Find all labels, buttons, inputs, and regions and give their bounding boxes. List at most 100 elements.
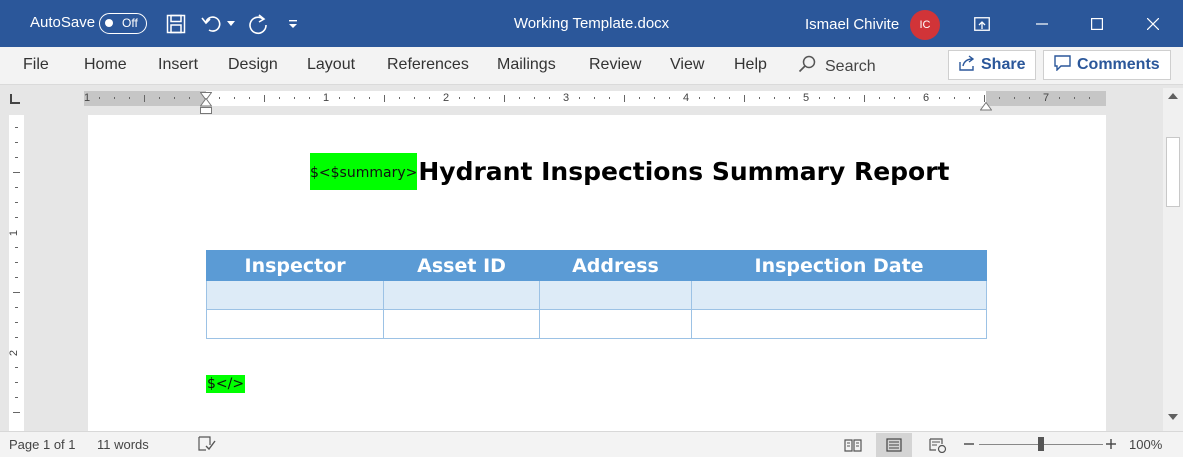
document-heading[interactable]: $<$summary> Hydrant Inspections Summary … bbox=[310, 153, 950, 190]
ruler-tick bbox=[759, 97, 760, 99]
page-count[interactable]: Page 1 of 1 bbox=[9, 437, 76, 452]
column-header[interactable]: Asset ID bbox=[383, 250, 540, 281]
closing-tag[interactable]: $</> bbox=[206, 375, 246, 393]
zoom-in-icon[interactable] bbox=[1105, 436, 1117, 455]
ruler-tick bbox=[1074, 97, 1075, 99]
save-icon[interactable] bbox=[163, 11, 189, 37]
ruler-tick bbox=[1089, 97, 1090, 99]
user-avatar[interactable]: IC bbox=[910, 10, 940, 40]
ruler-left-margin bbox=[84, 91, 206, 106]
column-header[interactable]: Inspection Date bbox=[691, 250, 987, 281]
tab-file[interactable]: File bbox=[23, 56, 49, 74]
tab-layout[interactable]: Layout bbox=[307, 56, 355, 74]
right-indent-marker[interactable] bbox=[979, 98, 993, 116]
minimize-icon[interactable] bbox=[1030, 12, 1054, 36]
ruler-tick bbox=[504, 95, 505, 102]
ruler-tick bbox=[489, 97, 490, 99]
redo-icon[interactable] bbox=[245, 11, 271, 37]
ruler-tick bbox=[879, 97, 880, 99]
customize-toolbar-icon[interactable] bbox=[283, 11, 303, 37]
ruler-tick bbox=[579, 97, 580, 99]
read-mode-icon[interactable] bbox=[835, 433, 871, 457]
ruler-tick bbox=[15, 367, 18, 368]
table-cell[interactable] bbox=[691, 309, 987, 339]
scroll-down-icon[interactable] bbox=[1163, 409, 1183, 425]
tab-design[interactable]: Design bbox=[228, 56, 278, 74]
table-cell[interactable] bbox=[383, 309, 540, 339]
user-name[interactable]: Ismael Chivite bbox=[805, 16, 899, 33]
tab-help[interactable]: Help bbox=[734, 56, 767, 74]
summary-open-tag[interactable]: $<$summary> bbox=[310, 153, 418, 190]
ruler-tick bbox=[294, 97, 295, 99]
ribbon-display-options-icon[interactable] bbox=[970, 12, 994, 36]
proofing-icon[interactable] bbox=[198, 436, 216, 455]
ruler-tick bbox=[639, 97, 640, 99]
search-box[interactable]: Search bbox=[798, 55, 876, 78]
zoom-slider-thumb[interactable] bbox=[1038, 437, 1044, 451]
tab-references[interactable]: References bbox=[387, 56, 469, 74]
ruler-tick bbox=[624, 95, 625, 102]
table-cell[interactable] bbox=[691, 280, 987, 310]
web-layout-icon[interactable] bbox=[920, 433, 956, 457]
ruler-tick bbox=[534, 97, 535, 99]
ruler-tick bbox=[999, 97, 1000, 99]
table-cell[interactable] bbox=[205, 309, 385, 339]
ruler-tick bbox=[15, 187, 18, 188]
ruler-number: 5 bbox=[803, 92, 810, 104]
ruler-tick bbox=[189, 97, 190, 99]
share-button[interactable]: Share bbox=[948, 50, 1037, 80]
autosave-label: AutoSave bbox=[30, 14, 96, 31]
close-icon[interactable] bbox=[1141, 12, 1165, 36]
toggle-knob bbox=[105, 19, 113, 27]
table-cell[interactable] bbox=[205, 280, 385, 310]
ruler-tick bbox=[849, 97, 850, 99]
comment-icon bbox=[1054, 54, 1071, 76]
ruler-tick bbox=[939, 97, 940, 99]
ruler-tick bbox=[699, 97, 700, 99]
status-bar: Page 1 of 1 11 words 100% bbox=[0, 431, 1183, 457]
ruler-tick bbox=[279, 97, 280, 99]
zoom-out-icon[interactable] bbox=[963, 436, 975, 457]
ruler-number: 7 bbox=[1043, 92, 1050, 104]
vertical-scrollbar[interactable] bbox=[1163, 88, 1183, 431]
print-layout-icon[interactable] bbox=[876, 433, 912, 457]
scroll-thumb[interactable] bbox=[1166, 137, 1180, 207]
autosave-toggle[interactable]: Off bbox=[99, 13, 147, 34]
ruler-tick bbox=[969, 97, 970, 99]
comments-label: Comments bbox=[1077, 56, 1160, 73]
tab-selector[interactable] bbox=[4, 90, 26, 108]
table-cell[interactable] bbox=[538, 280, 693, 310]
ruler-tick bbox=[15, 307, 18, 308]
document-page[interactable]: $<$summary> Hydrant Inspections Summary … bbox=[88, 115, 1106, 431]
report-title[interactable]: Hydrant Inspections Summary Report bbox=[418, 157, 949, 186]
inspection-table[interactable]: Inspector Asset ID Address Inspection Da… bbox=[205, 250, 987, 339]
title-bar: AutoSave Off Working Template.docx Ismae… bbox=[0, 0, 1183, 47]
horizontal-ruler[interactable]: 1 1 2 3 4 5 6 7 bbox=[84, 91, 1106, 114]
table-cell[interactable] bbox=[538, 309, 693, 339]
ruler-tick bbox=[384, 95, 385, 102]
tab-view[interactable]: View bbox=[670, 56, 704, 74]
ruler-number: 2 bbox=[8, 349, 21, 357]
ruler-tick bbox=[15, 142, 18, 143]
ruler-tick bbox=[15, 157, 18, 158]
undo-dropdown-icon[interactable] bbox=[225, 11, 237, 37]
ruler-tick bbox=[474, 97, 475, 99]
ribbon-tabs: File Home Insert Design Layout Reference… bbox=[0, 47, 1183, 85]
zoom-level[interactable]: 100% bbox=[1129, 437, 1162, 452]
tab-insert[interactable]: Insert bbox=[158, 56, 198, 74]
vertical-ruler[interactable]: 1 2 bbox=[8, 115, 24, 431]
scroll-up-icon[interactable] bbox=[1163, 88, 1183, 104]
word-count[interactable]: 11 words bbox=[97, 437, 149, 452]
undo-icon[interactable] bbox=[199, 11, 225, 37]
table-cell[interactable] bbox=[383, 280, 540, 310]
column-header[interactable]: Inspector bbox=[205, 250, 385, 281]
column-header[interactable]: Address bbox=[538, 250, 693, 281]
tab-home[interactable]: Home bbox=[84, 56, 127, 74]
ruler-tick bbox=[519, 97, 520, 99]
maximize-icon[interactable] bbox=[1085, 12, 1109, 36]
ruler-tick bbox=[15, 202, 18, 203]
tab-mailings[interactable]: Mailings bbox=[497, 56, 556, 74]
comments-button[interactable]: Comments bbox=[1043, 50, 1171, 80]
tab-review[interactable]: Review bbox=[589, 56, 641, 74]
autosave-state: Off bbox=[122, 16, 138, 30]
